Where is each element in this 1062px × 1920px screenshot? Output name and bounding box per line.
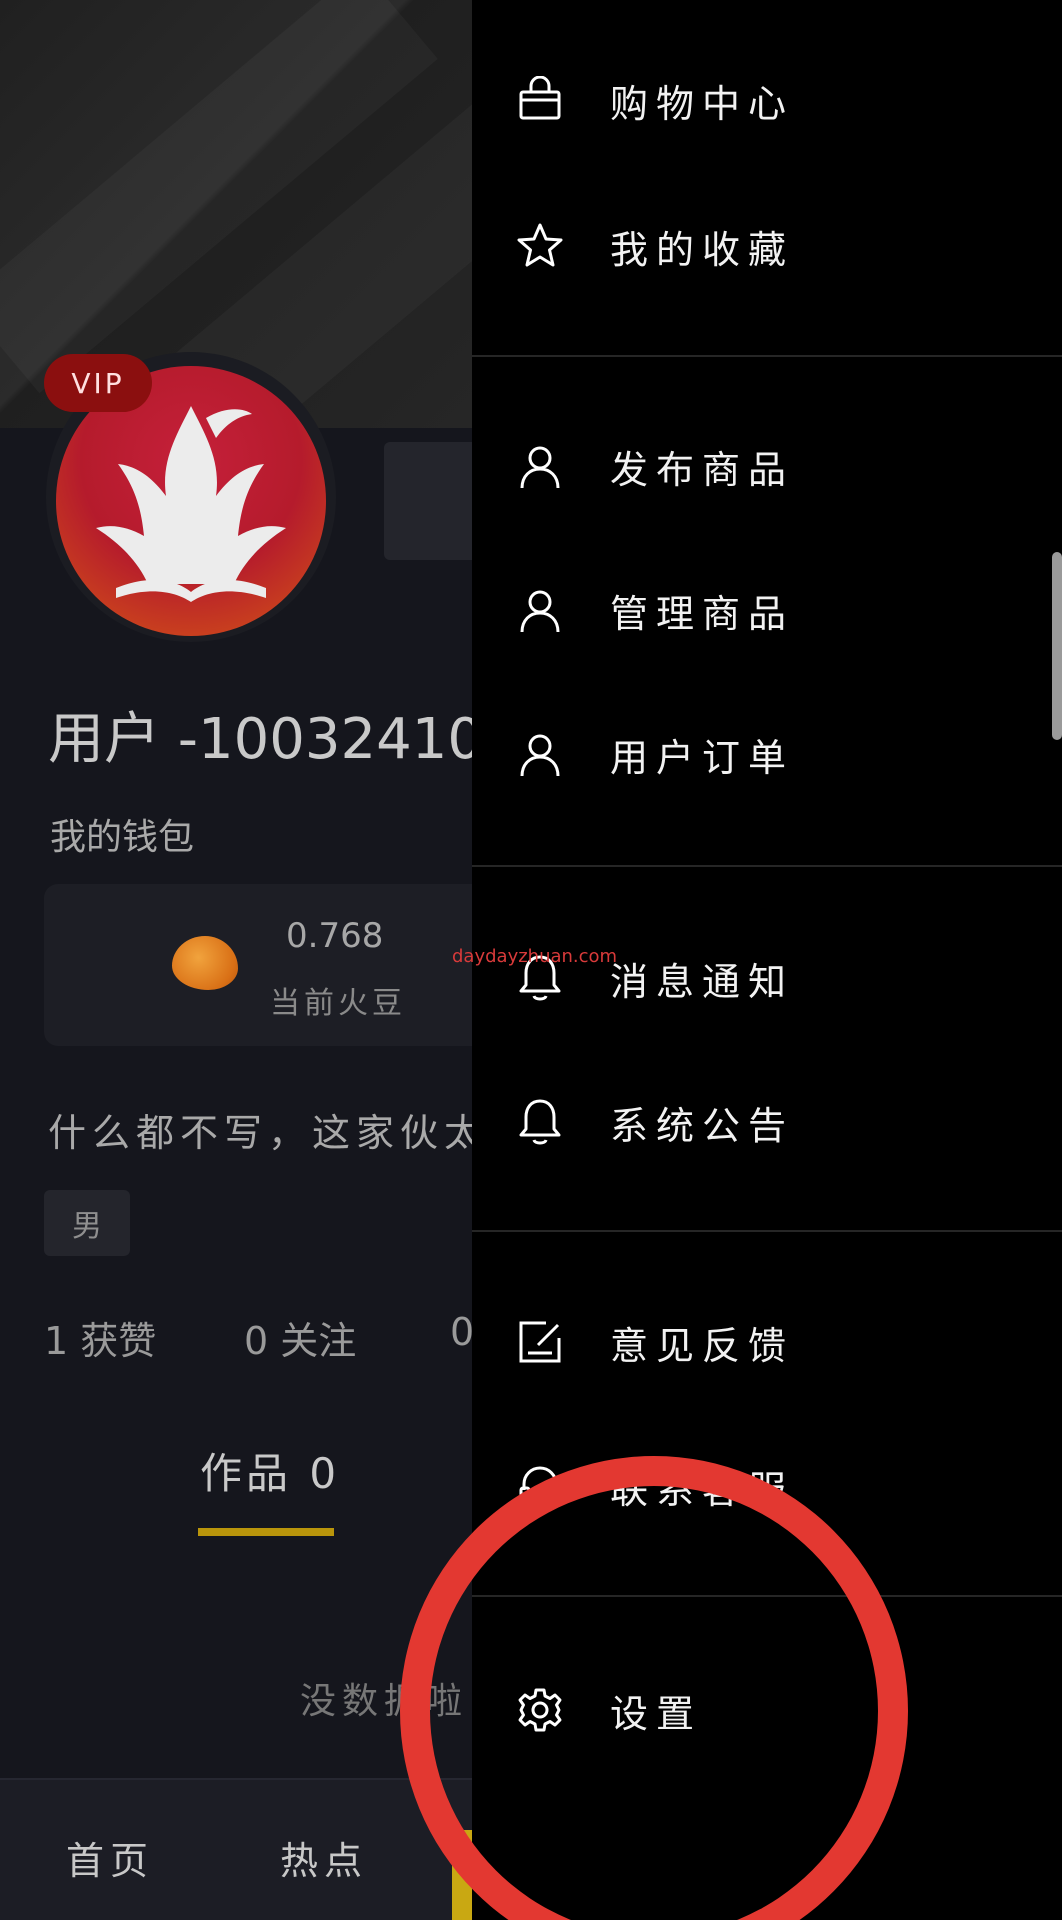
menu-divider <box>472 865 1062 867</box>
username: 用户 -10032410 <box>48 707 472 772</box>
menu-item-shopping[interactable]: 购物中心 <box>472 50 1062 150</box>
tab-works[interactable]: 作品 0 <box>200 1440 340 1501</box>
menu-item-user-orders[interactable]: 用户订单 <box>472 704 1062 804</box>
user-icon <box>512 582 568 638</box>
menu-label: 我的收藏 <box>610 227 795 272</box>
bell-icon <box>512 1094 568 1150</box>
tab-works-underline <box>198 1528 334 1536</box>
menu-label: 系统公告 <box>610 1103 795 1148</box>
watermark-text: daydayzhuan.com <box>452 946 618 967</box>
star-icon <box>512 218 568 274</box>
nav-hot[interactable]: 热点 <box>280 1830 368 1885</box>
menu-label: 购物中心 <box>610 81 795 126</box>
menu-item-favorites[interactable]: 我的收藏 <box>472 196 1062 296</box>
wallet-label: 我的钱包 <box>50 817 195 858</box>
menu-label: 管理商品 <box>610 591 795 636</box>
bio-text: 什么都不写，这家伙太 <box>48 1111 472 1155</box>
menu-divider <box>472 1230 1062 1232</box>
menu-item-publish-product[interactable]: 发布商品 <box>472 416 1062 516</box>
vip-badge: VIP <box>44 354 152 412</box>
wallet-card[interactable] <box>44 884 472 1046</box>
likes-count[interactable]: 1 获赞 <box>44 1310 156 1365</box>
menu-label: 消息通知 <box>610 959 795 1004</box>
follow-button[interactable] <box>384 442 472 560</box>
feedback-edit-icon <box>512 1314 568 1370</box>
nav-home[interactable]: 首页 <box>66 1830 154 1885</box>
user-icon <box>512 438 568 494</box>
bean-value: 0.768 <box>286 916 384 956</box>
menu-divider <box>472 355 1062 357</box>
menu-label: 用户订单 <box>610 735 795 780</box>
menu-label: 发布商品 <box>610 447 795 492</box>
following-count[interactable]: 0 关注 <box>244 1310 356 1365</box>
user-icon <box>512 726 568 782</box>
menu-item-manage-product[interactable]: 管理商品 <box>472 560 1062 660</box>
shopping-bag-icon <box>512 72 568 128</box>
bottom-nav: 首页 热点 <box>0 1778 472 1920</box>
fans-count[interactable]: 0 <box>450 1310 472 1354</box>
menu-item-announcements[interactable]: 系统公告 <box>472 1072 1062 1172</box>
menu-item-feedback[interactable]: 意见反馈 <box>472 1292 1062 1392</box>
screen: VIP 用户 -10032410 我的钱包 0.768 当前火豆 什么都不写，这… <box>0 0 1062 1920</box>
profile-page: VIP 用户 -10032410 我的钱包 0.768 当前火豆 什么都不写，这… <box>0 0 472 1920</box>
menu-item-notifications[interactable]: 消息通知 <box>472 928 1062 1028</box>
gender-tag: 男 <box>44 1190 130 1256</box>
bean-label: 当前火豆 <box>270 986 406 1021</box>
scrollbar[interactable] <box>1052 552 1062 740</box>
menu-label: 意见反馈 <box>610 1323 795 1368</box>
